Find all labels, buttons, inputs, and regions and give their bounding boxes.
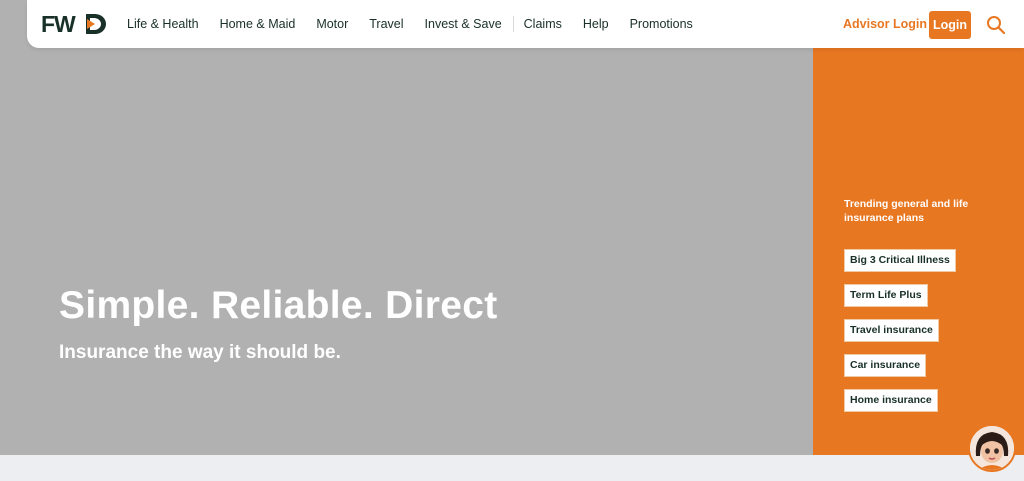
- trending-title: Trending general and life insurance plan…: [844, 198, 969, 224]
- hero-subline: Insurance the way it should be.: [59, 342, 341, 363]
- nav-invest-save[interactable]: Invest & Save: [425, 17, 502, 31]
- nav-life-health[interactable]: Life & Health: [127, 17, 199, 31]
- trending-chip-big3[interactable]: Big 3 Critical Illness: [844, 249, 956, 272]
- login-button[interactable]: Login: [929, 11, 971, 39]
- chat-avatar-button[interactable]: [968, 424, 1016, 472]
- trending-chip-travel[interactable]: Travel insurance: [844, 319, 939, 342]
- nav-claims[interactable]: Claims: [524, 17, 562, 31]
- hero-banner: Simple. Reliable. Direct Insurance the w…: [0, 0, 813, 455]
- nav-divider: [512, 16, 514, 32]
- trending-chip-term-life[interactable]: Term Life Plus: [844, 284, 928, 307]
- svg-text:FW: FW: [41, 11, 76, 37]
- site-header: FW Life & Health Home & Maid Motor Trave…: [27, 0, 1024, 48]
- nav-travel[interactable]: Travel: [369, 17, 403, 31]
- nav-home-maid[interactable]: Home & Maid: [220, 17, 296, 31]
- nav-motor[interactable]: Motor: [316, 17, 348, 31]
- page-bottom-strip: [0, 455, 1024, 481]
- chat-avatar-icon: [970, 426, 1014, 470]
- advisor-login-link[interactable]: Advisor Login: [843, 17, 927, 31]
- search-icon[interactable]: [986, 15, 1006, 35]
- nav-help[interactable]: Help: [583, 17, 609, 31]
- fwd-logo[interactable]: FW: [41, 10, 109, 38]
- trending-chip-home[interactable]: Home insurance: [844, 389, 938, 412]
- main-nav: Life & Health Home & Maid Motor Travel I…: [127, 0, 714, 48]
- trending-chip-car[interactable]: Car insurance: [844, 354, 927, 377]
- nav-promotions[interactable]: Promotions: [630, 17, 693, 31]
- hero-headline: Simple. Reliable. Direct: [59, 284, 498, 327]
- trending-panel: [813, 0, 1024, 455]
